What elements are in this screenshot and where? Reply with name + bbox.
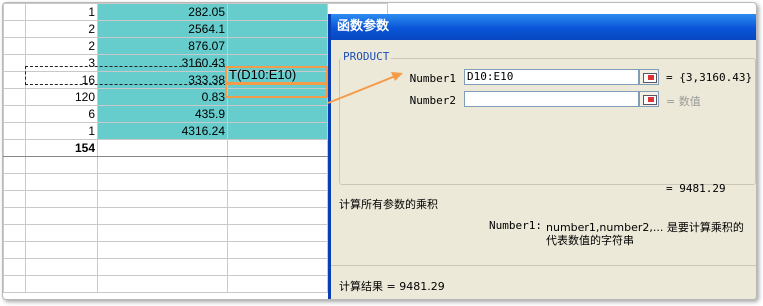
callout-arrow-icon xyxy=(327,72,403,104)
screenshot-frame: 1 282.05 2 2564.1 2 876.07 3 3160.43 16 333.3… xyxy=(2,2,757,300)
